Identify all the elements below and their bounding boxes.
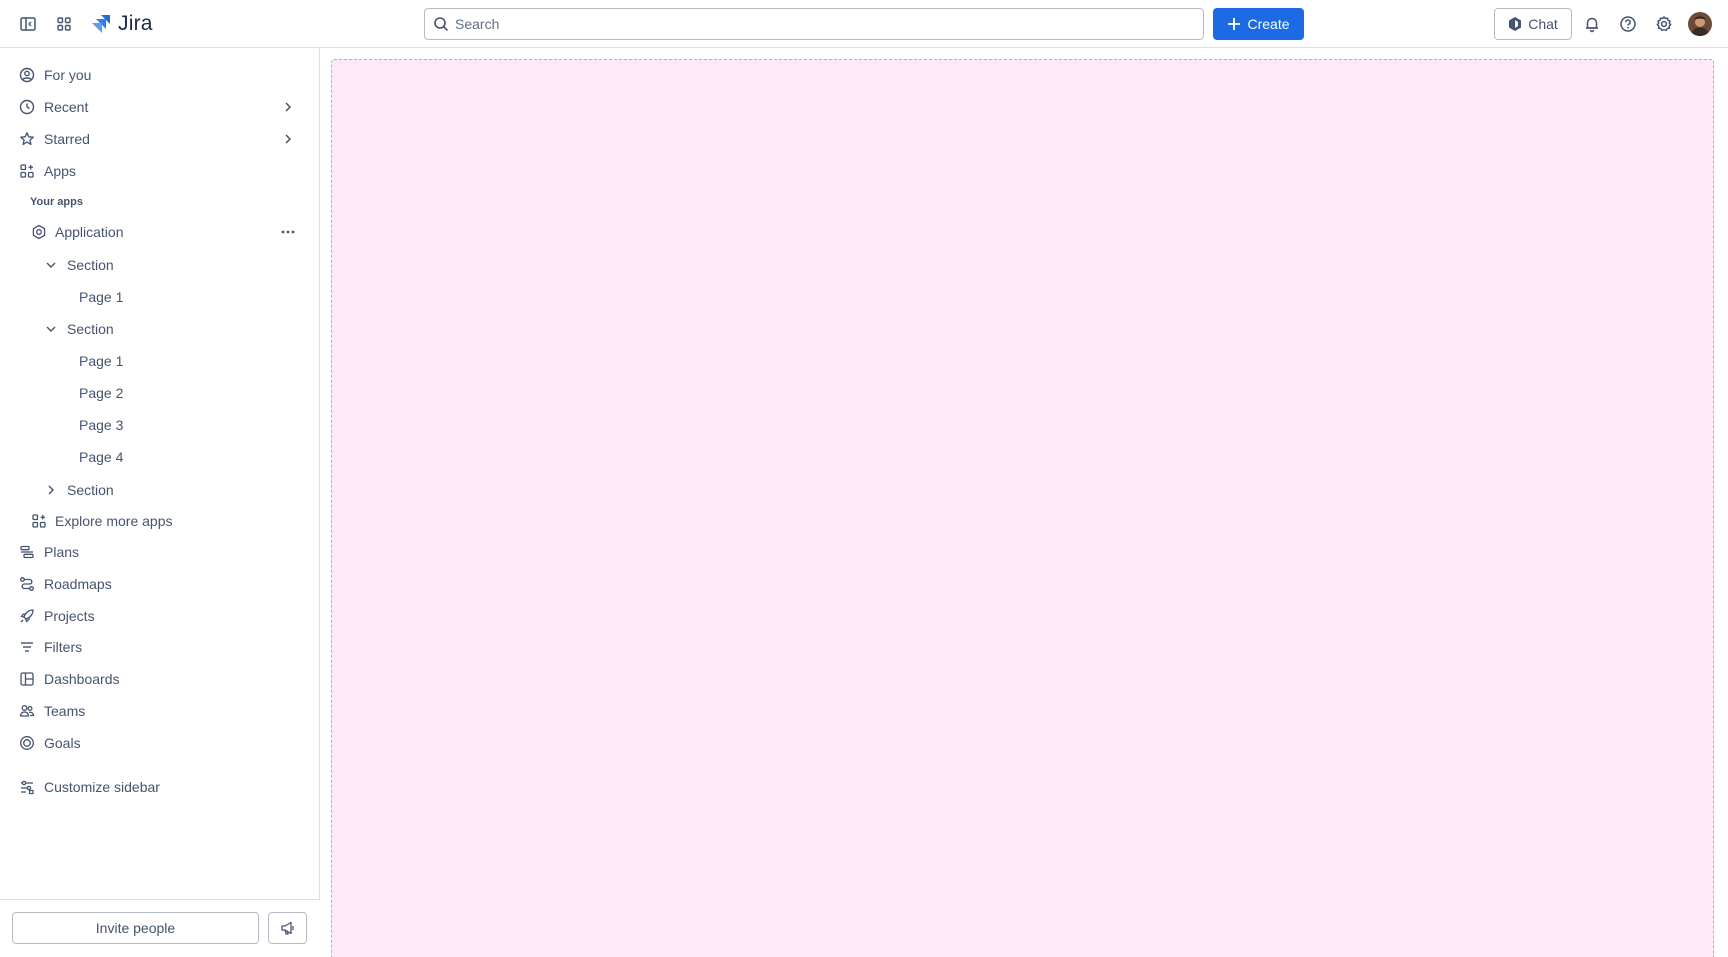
sidebar-item-label: Roadmaps: [44, 576, 112, 592]
sidebar-item-label: For you: [44, 67, 92, 83]
avatar[interactable]: [1688, 12, 1712, 36]
your-apps-header: Your apps: [30, 196, 83, 208]
main-content: [320, 48, 1728, 957]
app-switcher-icon: [57, 17, 71, 31]
sidebar-page-item[interactable]: Page 2: [32, 378, 308, 408]
chevron-right-icon[interactable]: [280, 131, 296, 147]
sidebar-page-item[interactable]: Page 1: [32, 282, 308, 312]
bell-icon: [1586, 17, 1598, 33]
jira-logo-icon: [92, 15, 110, 33]
filter-icon: [18, 638, 36, 656]
sidebar-section[interactable]: Section: [32, 250, 308, 280]
sidebar-page-item[interactable]: Page 4: [32, 442, 308, 472]
chevron-right-icon[interactable]: [280, 99, 296, 115]
sidebar-footer: Invite people: [0, 899, 320, 957]
megaphone-icon: [280, 921, 294, 935]
customize-sidebar[interactable]: Customize sidebar: [8, 772, 308, 802]
sidebar-toggle-icon: [20, 17, 36, 31]
sidebar-item-label: Starred: [44, 131, 90, 147]
top-navigation: Jira Create Chat: [0, 0, 1728, 48]
apps-icon: [30, 512, 48, 530]
sidebar-item-label: Application: [55, 224, 124, 240]
sidebar-item-roadmaps[interactable]: Roadmaps: [8, 569, 308, 599]
teams-icon: [18, 702, 36, 720]
explore-more-apps[interactable]: Explore more apps: [20, 506, 308, 536]
chevron-right-icon[interactable]: [42, 481, 60, 499]
user-circle-icon: [18, 66, 36, 84]
sidebar-item-starred[interactable]: Starred: [8, 124, 308, 154]
sidebar: For you Recent Starred Apps Your apps Ap…: [0, 48, 320, 957]
sidebar-item-label: Explore more apps: [55, 513, 173, 529]
invite-people-button[interactable]: Invite people: [12, 912, 259, 944]
sidebar-page-label: Page 4: [79, 449, 124, 465]
more-actions-icon[interactable]: [280, 224, 296, 240]
create-button[interactable]: Create: [1213, 8, 1304, 40]
sidebar-item-plans[interactable]: Plans: [8, 537, 308, 567]
goal-icon: [18, 734, 36, 752]
user-avatar-image: [1688, 12, 1712, 36]
app-switcher-button[interactable]: [50, 10, 78, 38]
sidebar-item-label: Teams: [44, 703, 86, 719]
jira-logo[interactable]: Jira: [90, 10, 153, 38]
app-name: Jira: [118, 12, 153, 35]
sidebar-item-goals[interactable]: Goals: [8, 728, 308, 758]
plus-icon: [1228, 18, 1241, 30]
sidebar-item-application[interactable]: Application: [20, 217, 308, 247]
create-button-label: Create: [1247, 16, 1290, 32]
apps-icon: [18, 162, 36, 180]
sidebar-item-label: Recent: [44, 99, 89, 115]
notifications-button[interactable]: [1578, 10, 1606, 38]
chat-icon: [1509, 17, 1522, 31]
application-icon: [30, 223, 48, 241]
sidebar-item-recent[interactable]: Recent: [8, 92, 308, 122]
sidebar-section-label: Section: [67, 482, 114, 498]
chevron-down-icon[interactable]: [42, 320, 60, 338]
sidebar-page-label: Page 1: [79, 353, 124, 369]
plans-icon: [18, 543, 36, 561]
sidebar-item-teams[interactable]: Teams: [8, 696, 308, 726]
sidebar-item-label: Filters: [44, 639, 83, 655]
star-icon: [18, 130, 36, 148]
search-box[interactable]: [424, 8, 1204, 40]
sidebar-section-label: Section: [67, 321, 114, 337]
sidebar-item-dashboards[interactable]: Dashboards: [8, 664, 308, 694]
clock-icon: [18, 98, 36, 116]
search-input[interactable]: [455, 16, 1155, 32]
sidebar-page-label: Page 2: [79, 385, 124, 401]
sidebar-item-for-you[interactable]: For you: [8, 60, 308, 90]
help-button[interactable]: [1614, 10, 1642, 38]
sidebar-page-item[interactable]: Page 1: [32, 346, 308, 376]
sidebar-item-label: Customize sidebar: [44, 779, 160, 795]
sidebar-item-label: Apps: [44, 163, 76, 179]
sidebar-section[interactable]: Section: [32, 475, 308, 505]
chat-button[interactable]: Chat: [1494, 8, 1572, 40]
sidebar-item-filters[interactable]: Filters: [8, 632, 308, 662]
search-icon: [434, 17, 448, 31]
customize-icon: [18, 778, 36, 796]
settings-button[interactable]: [1650, 10, 1678, 38]
sidebar-section-label: Section: [67, 257, 114, 273]
content-placeholder: [331, 59, 1714, 957]
sidebar-page-label: Page 3: [79, 417, 124, 433]
roadmaps-icon: [18, 575, 36, 593]
sidebar-item-label: Goals: [44, 735, 81, 751]
feedback-button[interactable]: [268, 912, 307, 944]
help-icon: [1620, 16, 1636, 32]
sidebar-page-label: Page 1: [79, 289, 124, 305]
sidebar-item-label: Dashboards: [44, 671, 120, 687]
rocket-icon: [18, 607, 36, 625]
sidebar-item-label: Plans: [44, 544, 80, 560]
sidebar-page-item[interactable]: Page 3: [32, 410, 308, 440]
sidebar-item-projects[interactable]: Projects: [8, 601, 308, 631]
sidebar-item-label: Projects: [44, 608, 95, 624]
dashboard-icon: [18, 670, 36, 688]
chat-button-label: Chat: [1528, 16, 1558, 32]
gear-icon: [1656, 16, 1672, 32]
chevron-down-icon[interactable]: [42, 256, 60, 274]
sidebar-item-apps[interactable]: Apps: [8, 156, 308, 186]
sidebar-toggle-button[interactable]: [14, 10, 42, 38]
sidebar-section[interactable]: Section: [32, 314, 308, 344]
